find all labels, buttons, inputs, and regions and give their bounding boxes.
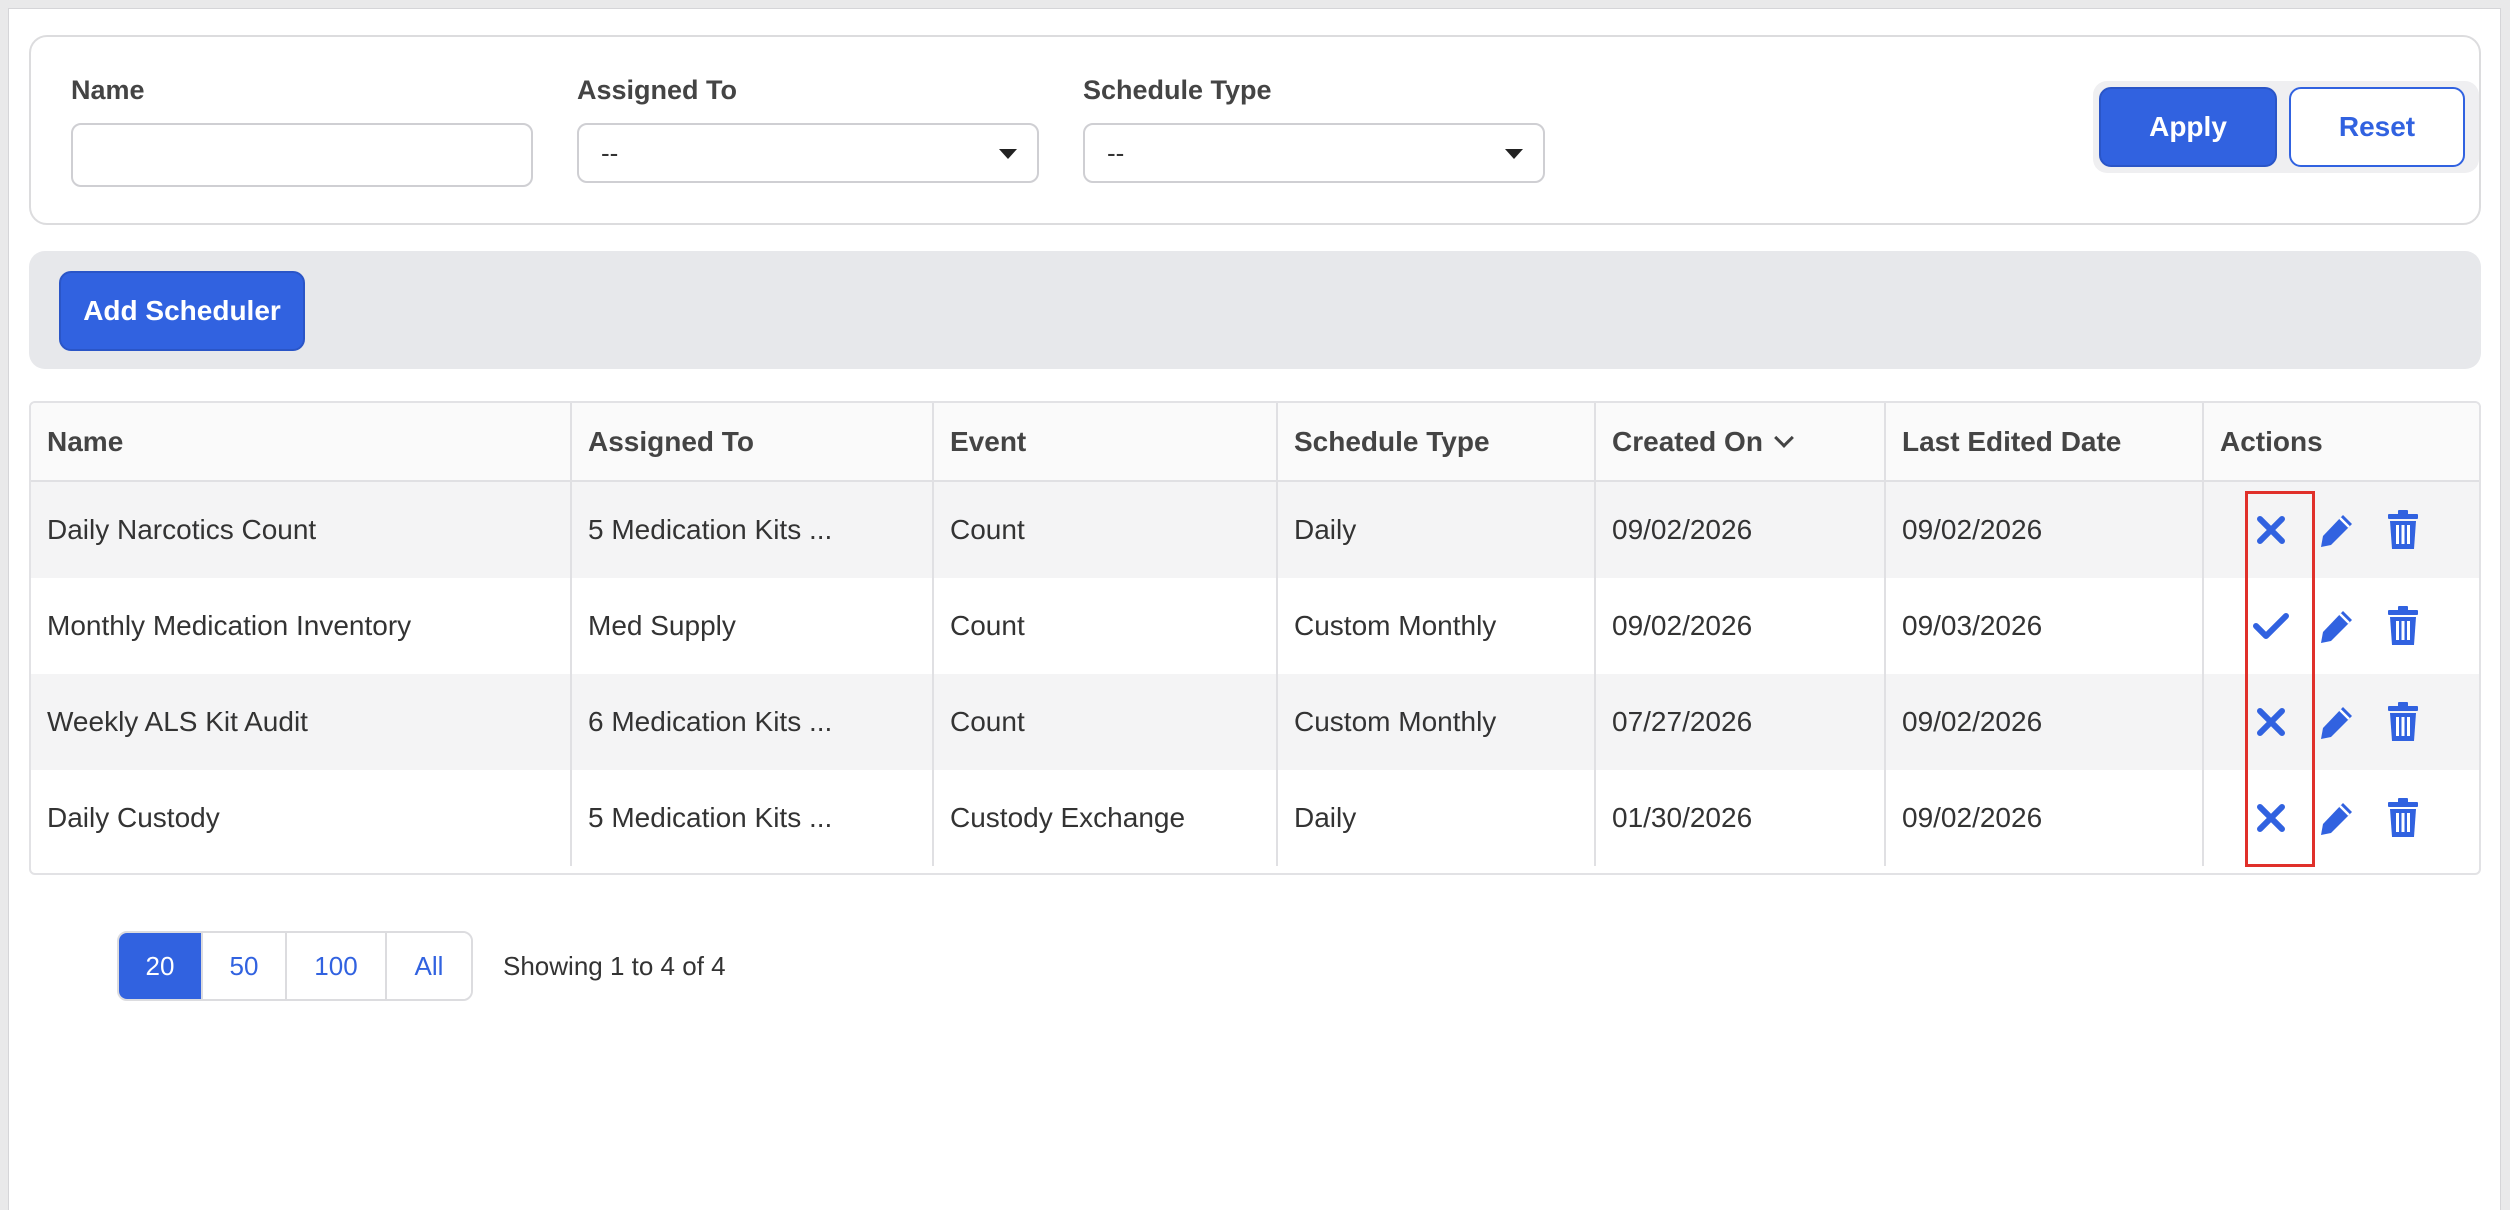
column-header-name[interactable]: Name: [31, 403, 572, 482]
cell-edited: 09/02/2026: [1885, 674, 2204, 770]
reset-button[interactable]: Reset: [2289, 87, 2465, 167]
cell-name: Weekly ALS Kit Audit: [31, 674, 572, 770]
page-size-all[interactable]: All: [387, 933, 471, 999]
page-size-20[interactable]: 20: [119, 933, 203, 999]
activate-toggle-check-icon[interactable]: [2238, 598, 2304, 654]
created-on-label: Created On: [1612, 425, 1763, 457]
delete-trash-icon[interactable]: [2370, 502, 2436, 558]
schedule-type-select[interactable]: --: [1083, 123, 1545, 183]
cell-assigned: 5 Medication Kits ...: [571, 770, 934, 866]
scheduler-table: Name Assigned To Event Schedule Type Cre…: [29, 401, 2481, 875]
cell-event: Custody Exchange: [933, 770, 1278, 866]
cell-name: Daily Narcotics Count: [31, 481, 572, 578]
table-row: Weekly ALS Kit Audit 6 Medication Kits ..…: [31, 674, 2479, 770]
row-actions: [2220, 578, 2467, 674]
delete-trash-icon[interactable]: [2370, 694, 2436, 750]
cell-actions: [2203, 770, 2479, 866]
column-header-last-edited[interactable]: Last Edited Date: [1885, 403, 2204, 482]
caret-down-icon: [1505, 149, 1523, 159]
cell-name: Monthly Medication Inventory: [31, 578, 572, 674]
edit-pencil-icon[interactable]: [2304, 598, 2370, 654]
page-size-selector: 20 50 100 All: [117, 931, 473, 1001]
table-row: Daily Custody 5 Medication Kits ... Custod…: [31, 770, 2479, 866]
cell-event: Count: [933, 674, 1278, 770]
column-header-created-on[interactable]: Created On: [1595, 403, 1886, 482]
cell-actions: [2203, 674, 2479, 770]
cell-schedule: Custom Monthly: [1277, 578, 1596, 674]
table-row: Daily Narcotics Count 5 Medication Kits .…: [31, 481, 2479, 578]
cell-schedule: Daily: [1277, 481, 1596, 578]
filter-panel: Name Assigned To -- Schedule Type -- App…: [29, 35, 2481, 225]
cell-name: Daily Custody: [31, 770, 572, 866]
column-header-event[interactable]: Event: [933, 403, 1278, 482]
name-filter-label: Name: [71, 75, 145, 105]
cell-edited: 09/03/2026: [1885, 578, 2204, 674]
row-actions: [2220, 674, 2467, 770]
page-size-100[interactable]: 100: [287, 933, 387, 999]
apply-button[interactable]: Apply: [2099, 87, 2277, 167]
column-header-assigned-to[interactable]: Assigned To: [571, 403, 934, 482]
delete-trash-icon[interactable]: [2370, 790, 2436, 846]
column-header-actions: Actions: [2203, 403, 2479, 482]
table-toolbar: Add Scheduler: [29, 251, 2481, 369]
name-filter-input[interactable]: [71, 123, 533, 187]
cell-schedule: Daily: [1277, 770, 1596, 866]
cell-created: 09/02/2026: [1595, 481, 1886, 578]
page-size-50[interactable]: 50: [203, 933, 287, 999]
cell-edited: 09/02/2026: [1885, 481, 2204, 578]
deactivate-toggle-x-icon[interactable]: [2238, 502, 2304, 558]
cell-assigned: 6 Medication Kits ...: [571, 674, 934, 770]
cell-created: 09/02/2026: [1595, 578, 1886, 674]
add-scheduler-button[interactable]: Add Scheduler: [59, 271, 305, 351]
deactivate-toggle-x-icon[interactable]: [2238, 694, 2304, 750]
cell-created: 07/27/2026: [1595, 674, 1886, 770]
row-actions: [2220, 482, 2467, 578]
cell-event: Count: [933, 481, 1278, 578]
assigned-to-select[interactable]: --: [577, 123, 1039, 183]
cell-assigned: Med Supply: [571, 578, 934, 674]
edit-pencil-icon[interactable]: [2304, 694, 2370, 750]
row-actions: [2220, 770, 2467, 866]
filter-button-group: Apply Reset: [2093, 81, 2479, 173]
schedule-type-filter-label: Schedule Type: [1083, 75, 1272, 105]
assigned-to-filter-label: Assigned To: [577, 75, 738, 105]
cell-assigned: 5 Medication Kits ...: [571, 481, 934, 578]
name-filter: Name: [71, 75, 533, 187]
edit-pencil-icon[interactable]: [2304, 790, 2370, 846]
cell-schedule: Custom Monthly: [1277, 674, 1596, 770]
app-frame: Name Assigned To -- Schedule Type -- App…: [8, 8, 2501, 1210]
delete-trash-icon[interactable]: [2370, 598, 2436, 654]
table-header-row: Name Assigned To Event Schedule Type Cre…: [31, 403, 2479, 482]
sort-chevron-down-icon: [1774, 427, 1794, 448]
column-header-schedule-type[interactable]: Schedule Type: [1277, 403, 1596, 482]
cell-event: Count: [933, 578, 1278, 674]
edit-pencil-icon[interactable]: [2304, 502, 2370, 558]
assigned-to-select-value: --: [601, 137, 619, 168]
deactivate-toggle-x-icon[interactable]: [2238, 790, 2304, 846]
table-row: Monthly Medication Inventory Med Supply Co…: [31, 578, 2479, 674]
pagination-summary: Showing 1 to 4 of 4: [503, 951, 726, 981]
cell-edited: 09/02/2026: [1885, 770, 2204, 866]
schedule-type-select-value: --: [1107, 137, 1125, 168]
caret-down-icon: [999, 149, 1017, 159]
cell-actions: [2203, 578, 2479, 674]
cell-actions: [2203, 481, 2479, 578]
schedule-type-filter: Schedule Type --: [1083, 75, 1545, 183]
assigned-to-filter: Assigned To --: [577, 75, 1039, 183]
cell-created: 01/30/2026: [1595, 770, 1886, 866]
